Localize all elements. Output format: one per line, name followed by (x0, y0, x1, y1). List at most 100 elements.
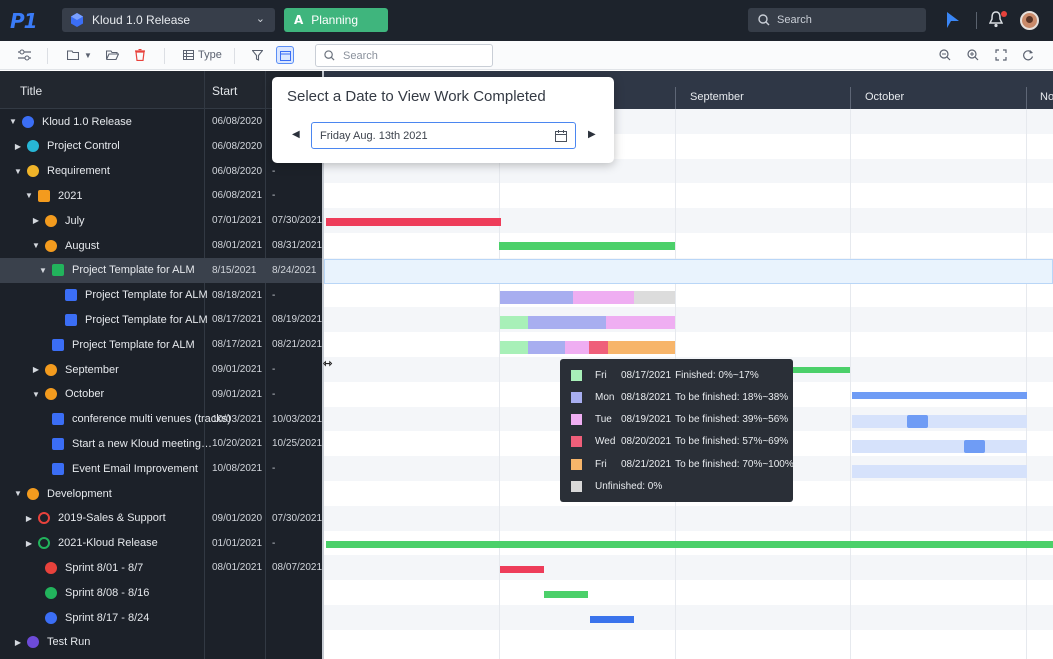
tree-row[interactable]: ▶ September 09/01/2021- (0, 357, 322, 382)
collapse-toggle-icon[interactable]: ▼ (8, 117, 18, 126)
tree-row[interactable]: Project Template for ALM 08/17/2021 08/19/… (0, 307, 322, 332)
gantt-bar-2021-kloud-release[interactable] (326, 541, 1053, 548)
folder-icon (38, 189, 50, 202)
tree-row[interactable]: Project Template for ALM 08/17/2021 08/21/… (0, 332, 322, 357)
tree-row[interactable]: Sprint 8/01 - 8/7 08/01/2021 08/07/2021 (0, 555, 322, 580)
toolbar-search-input[interactable]: Search (315, 44, 493, 67)
fullscreen-icon[interactable] (995, 49, 1007, 61)
progress-segment[interactable] (608, 341, 675, 354)
zoom-in-icon[interactable] (967, 49, 979, 61)
expand-toggle-icon[interactable]: ▶ (31, 216, 41, 225)
tree-row[interactable]: ▶ 2021-Kloud Release 01/01/2021- (0, 531, 322, 556)
tooltip-date: 08/18/2021 (621, 391, 672, 403)
end-date-cell: - (272, 289, 276, 301)
planning-button[interactable]: 𝗔 Planning (284, 8, 388, 32)
requirement-icon (27, 165, 39, 178)
tree-row[interactable]: Start a new Kloud meeting… 10/20/2021 10/2… (0, 431, 322, 456)
tree-row[interactable]: ▶ July 07/01/2021 07/30/2021 (0, 208, 322, 233)
gantt-bar-august[interactable] (499, 242, 675, 250)
collapse-toggle-icon[interactable]: ▼ (38, 266, 48, 275)
date-input[interactable]: Friday Aug. 13th 2021 (311, 122, 576, 149)
progress-segment[interactable] (500, 316, 528, 329)
chevron-down-icon[interactable]: ▼ (84, 51, 92, 60)
progress-segment[interactable] (528, 341, 565, 354)
progress-segment[interactable] (589, 341, 608, 354)
collapse-toggle-icon[interactable]: ▼ (13, 489, 23, 498)
toolbar-search-placeholder: Search (343, 49, 378, 62)
tree-row[interactable]: Project Template for ALM 08/18/2021- (0, 283, 322, 308)
flag-icon[interactable] (946, 12, 960, 28)
expand-toggle-icon[interactable]: ▶ (24, 539, 34, 548)
gantt-bar-sprint-2[interactable] (544, 591, 588, 598)
next-date-button[interactable]: ▶ (588, 129, 596, 140)
end-date-cell: 08/19/2021 (272, 314, 323, 326)
title-column-header[interactable]: Title (20, 84, 42, 98)
zoom-out-icon[interactable] (939, 49, 951, 61)
timeline-row (324, 307, 1053, 333)
start-column-header[interactable]: Start (212, 84, 237, 98)
task-bar[interactable] (907, 415, 928, 428)
collapse-toggle-icon[interactable]: ▼ (24, 191, 34, 200)
app-logo[interactable]: P1 (10, 9, 38, 33)
tree-row[interactable]: ▼ 2021 06/08/2021- (0, 183, 322, 208)
gantt-bar-september[interactable] (792, 367, 850, 373)
tree-row-label: Project Template for ALM (85, 313, 208, 326)
tree-row[interactable]: ▶ 2019-Sales & Support 09/01/2020 07/30/202… (0, 506, 322, 531)
tree-row[interactable]: Sprint 8/17 - 8/24 (0, 605, 322, 630)
tree-row[interactable]: ▼ October 09/01/2021- (0, 382, 322, 407)
tree-row[interactable]: ▼ Development (0, 481, 322, 506)
collapse-toggle-icon[interactable]: ▼ (13, 167, 23, 176)
trash-icon[interactable] (135, 49, 145, 61)
tree-row[interactable]: Event Email Improvement 10/08/2021- (0, 456, 322, 481)
tree-row-title-cell: Project Template for ALM (38, 332, 195, 357)
folder-open-icon[interactable] (106, 50, 119, 60)
resize-cursor-icon: ⇿ (323, 358, 333, 370)
filter-icon[interactable] (252, 50, 263, 61)
folder-icon[interactable] (67, 50, 79, 60)
gantt-bar-july[interactable] (326, 218, 501, 226)
tree-row[interactable]: Sprint 8/08 - 8/16 (0, 580, 322, 605)
refresh-icon[interactable] (1022, 49, 1034, 61)
tree-row[interactable]: conference multi venues (tracks) 10/03/20… (0, 407, 322, 432)
divider (234, 48, 235, 64)
expand-toggle-icon[interactable]: ▶ (24, 514, 34, 523)
grid-line (1026, 109, 1027, 659)
task-bar[interactable] (964, 440, 985, 453)
collapse-toggle-icon[interactable]: ▼ (31, 241, 41, 250)
project-selector[interactable]: Kloud 1.0 Release ⌄ (62, 8, 275, 32)
progress-segment[interactable] (565, 341, 589, 354)
tooltip-date: 08/17/2021 (621, 369, 672, 381)
global-search-placeholder: Search (777, 14, 812, 26)
expand-toggle-icon[interactable]: ▶ (13, 638, 23, 647)
progress-segment[interactable] (606, 316, 675, 329)
legend-swatch (571, 391, 582, 403)
previous-date-button[interactable]: ◀ (292, 129, 300, 140)
tree-row[interactable]: ▼ August 08/01/2021 08/31/2021 (0, 233, 322, 258)
expand-toggle-icon[interactable]: ▶ (31, 365, 41, 374)
gantt-bar-sprint-1[interactable] (500, 566, 544, 573)
progress-segment[interactable] (528, 316, 606, 329)
type-button[interactable]: Type (183, 49, 222, 61)
start-date-cell: 06/08/2020 (212, 140, 263, 152)
calendar-icon[interactable] (555, 130, 567, 142)
calendar-toggle-button[interactable] (276, 46, 294, 64)
global-search-input[interactable]: Search (748, 8, 926, 32)
progress-segment[interactable] (573, 291, 634, 304)
legend-swatch (571, 481, 582, 492)
tree-row[interactable]: ▶ Test Run (0, 630, 322, 655)
progress-segment[interactable] (500, 291, 573, 304)
expand-toggle-icon[interactable]: ▶ (13, 142, 23, 151)
tree-row-label: Event Email Improvement (72, 462, 198, 475)
planning-label: Planning (311, 13, 359, 27)
gantt-bar-october[interactable] (852, 392, 1027, 399)
tree-row-title-cell: ▼ Requirement (13, 159, 110, 184)
tree-row-title-cell: ▶ September (31, 357, 119, 382)
progress-segment[interactable] (500, 341, 528, 354)
gantt-bar-sprint-3[interactable] (590, 616, 634, 623)
collapse-toggle-icon[interactable]: ▼ (31, 390, 41, 399)
user-avatar[interactable] (1020, 11, 1039, 30)
tooltip-day: Mon (595, 391, 615, 403)
progress-segment[interactable] (634, 291, 675, 304)
settings-sliders-icon[interactable] (18, 49, 31, 61)
tree-row[interactable]: ▼ Project Template for ALM 8/15/2021 8/24/2… (0, 257, 322, 283)
